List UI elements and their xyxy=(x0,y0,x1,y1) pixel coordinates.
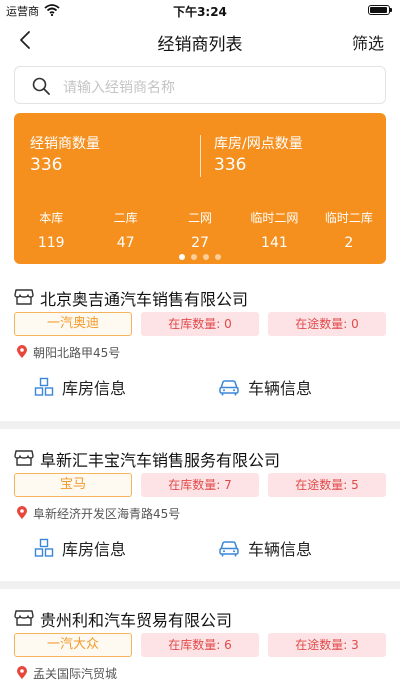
carousel-indicator[interactable] xyxy=(14,254,386,260)
card-separator xyxy=(0,581,400,589)
dealer-count-value: 336 xyxy=(30,155,63,175)
stat-item: 二网 27 xyxy=(163,209,237,253)
location-pin-icon xyxy=(17,506,27,519)
vehicle-info-label: 车辆信息 xyxy=(248,540,313,559)
stat-label: 二库 xyxy=(113,211,138,225)
status-bar: 运营商 下午3:24 xyxy=(0,0,400,20)
stats-row: 本库 119 二库 47 二网 27 临时二网 141 临时二库 2 xyxy=(14,209,386,253)
dealer-name: 北京奥吉通汽车销售有限公司 xyxy=(40,290,249,309)
in-transit-badge: 在途数量: 5 xyxy=(268,473,386,497)
stat-label: 临时二网 xyxy=(250,211,299,225)
stat-item: 二库 47 xyxy=(88,209,162,253)
in-stock-badge: 在库数量: 6 xyxy=(141,633,259,657)
shop-icon xyxy=(14,289,34,305)
dealer-address: 阜新经济开发区海青路45号 xyxy=(33,507,181,521)
shop-icon xyxy=(14,610,34,626)
dealer-card[interactable]: 阜新汇丰宝汽车销售服务有限公司 宝马 在库数量: 7 在途数量: 5 阜新经济开… xyxy=(0,443,400,575)
search-icon xyxy=(32,77,50,95)
shop-icon xyxy=(14,450,34,466)
warehouse-info-button[interactable]: 库房信息 xyxy=(34,374,126,400)
dealer-name: 贵州利和汽车贸易有限公司 xyxy=(40,611,233,630)
brand-tag: 宝马 xyxy=(14,473,132,497)
stat-value: 119 xyxy=(37,235,65,251)
brand-tag: 一汽大众 xyxy=(14,633,132,657)
filter-button[interactable]: 筛选 xyxy=(352,30,384,54)
warehouse-info-label: 库房信息 xyxy=(62,540,127,559)
dealer-card[interactable]: 北京奥吉通汽车销售有限公司 一汽奥迪 在库数量: 0 在途数量: 0 朝阳北路甲… xyxy=(0,282,400,414)
dealer-address: 孟关国际汽贸城 xyxy=(33,667,118,681)
in-transit-badge: 在途数量: 0 xyxy=(268,312,386,336)
dealer-card[interactable]: 贵州利和汽车贸易有限公司 一汽大众 在库数量: 6 在途数量: 3 孟关国际汽贸… xyxy=(0,603,400,700)
dealer-name: 阜新汇丰宝汽车销售服务有限公司 xyxy=(40,451,281,470)
in-stock-badge: 在库数量: 0 xyxy=(141,312,259,336)
summary-divider xyxy=(200,135,201,177)
page-title: 经销商列表 xyxy=(157,35,243,55)
vehicle-info-button[interactable]: 车辆信息 xyxy=(218,374,312,400)
search-input[interactable]: 请输入经销商名称 xyxy=(63,77,175,97)
dealer-count-label: 经销商数量 xyxy=(30,136,100,152)
stat-item: 临时二库 2 xyxy=(312,209,386,253)
location-pin-icon xyxy=(17,345,27,358)
battery-icon xyxy=(368,5,392,15)
carousel-dot[interactable] xyxy=(191,254,197,260)
stat-item: 本库 119 xyxy=(14,209,88,253)
carousel-dot[interactable] xyxy=(215,254,221,260)
stat-label: 临时二库 xyxy=(324,211,373,225)
stat-value: 2 xyxy=(344,235,354,251)
warehouse-count-value: 336 xyxy=(214,155,247,175)
location-pin-icon xyxy=(17,666,27,679)
stat-item: 临时二网 141 xyxy=(237,209,311,253)
stat-value: 141 xyxy=(261,235,288,251)
in-transit-badge: 在途数量: 3 xyxy=(268,633,386,657)
search-box[interactable]: 请输入经销商名称 xyxy=(14,66,386,104)
vehicle-info-label: 车辆信息 xyxy=(248,379,313,398)
stat-label: 二网 xyxy=(188,211,213,225)
summary-card[interactable]: 经销商数量 336 库房/网点数量 336 本库 119 二库 47 二网 27… xyxy=(14,113,386,264)
warehouse-count-label: 库房/网点数量 xyxy=(214,136,303,152)
carousel-dot[interactable] xyxy=(203,254,209,260)
carousel-dot[interactable] xyxy=(179,254,185,260)
in-stock-badge: 在库数量: 7 xyxy=(141,473,259,497)
stat-label: 本库 xyxy=(39,211,64,225)
warehouse-icon xyxy=(34,538,54,557)
stat-value: 27 xyxy=(191,235,209,251)
warehouse-info-button[interactable]: 库房信息 xyxy=(34,535,126,561)
car-icon xyxy=(219,541,239,557)
warehouse-info-label: 库房信息 xyxy=(62,379,127,398)
car-icon xyxy=(219,380,239,396)
warehouse-icon xyxy=(34,377,54,396)
brand-tag: 一汽奥迪 xyxy=(14,312,132,336)
stat-value: 47 xyxy=(116,235,135,251)
nav-bar: 经销商列表 筛选 xyxy=(0,20,400,60)
status-time: 下午3:24 xyxy=(173,5,227,19)
dealer-address: 朝阳北路甲45号 xyxy=(33,346,121,360)
vehicle-info-button[interactable]: 车辆信息 xyxy=(218,535,312,561)
card-separator xyxy=(0,421,400,429)
